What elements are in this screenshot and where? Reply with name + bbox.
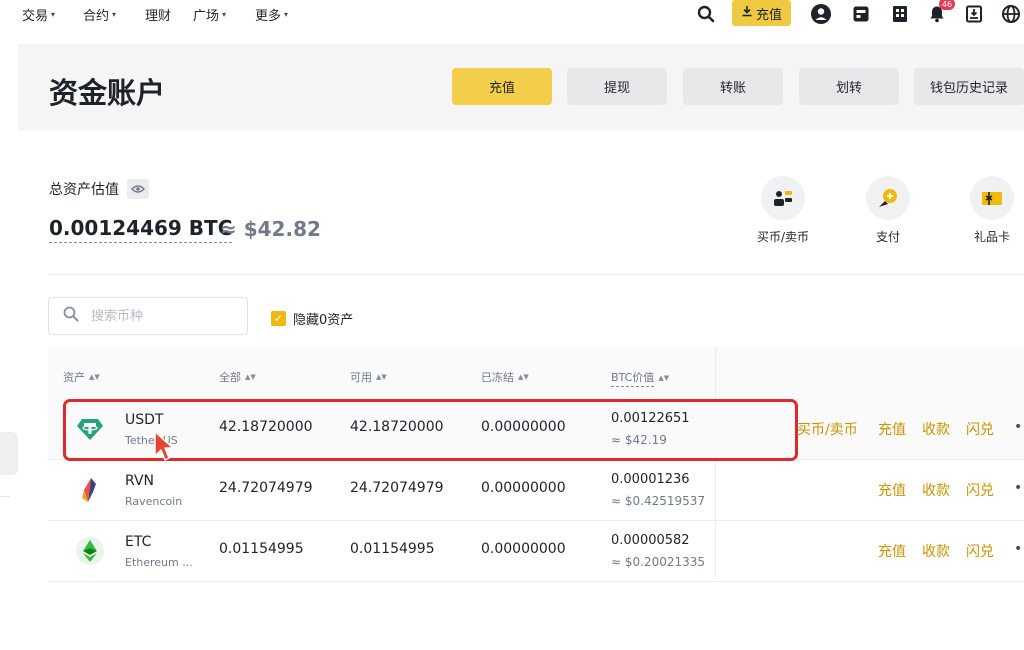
checkbox-checked-icon[interactable]: ✓ — [271, 311, 286, 326]
buy-sell-icon — [761, 176, 805, 220]
table-row[interactable]: RVN Ravencoin 24.72074979 24.72074979 0.… — [48, 460, 1024, 521]
receive-link[interactable]: 收款 — [922, 419, 950, 439]
hide-zero-toggle[interactable]: ✓ 隐藏0资产 — [271, 309, 353, 328]
eye-icon[interactable] — [127, 179, 149, 199]
side-divider — [0, 496, 10, 497]
deposit-link[interactable]: 充值 — [878, 480, 906, 500]
gift-card-icon — [970, 176, 1014, 220]
col-available[interactable]: 可用 ▲▼ — [350, 369, 387, 385]
convert-link[interactable]: 闪兑 — [966, 480, 994, 500]
section-divider — [49, 274, 1024, 275]
chevron-down-icon: ▾ — [284, 10, 289, 19]
pay-shortcut[interactable]: 支付 — [853, 176, 923, 245]
ethereum-classic-icon — [76, 537, 104, 565]
frozen-amount: 0.00000000 — [481, 541, 566, 557]
buy-sell-shortcut[interactable]: 买币/卖币 — [748, 176, 818, 245]
gift-card-shortcut[interactable]: 礼品卡 — [957, 176, 1024, 245]
withdraw-button[interactable]: 提现 — [567, 68, 667, 105]
nav-earn[interactable]: 理财 — [145, 5, 171, 24]
btc-value: 0.00001236 — [611, 472, 690, 487]
coin-symbol: RVN — [125, 473, 155, 489]
convert-link[interactable]: 闪兑 — [966, 419, 994, 439]
wallet-history-button[interactable]: 钱包历史记录 — [914, 68, 1024, 105]
pay-icon — [866, 176, 910, 220]
available-amount: 0.01154995 — [350, 541, 435, 557]
deposit-button[interactable]: 充值 — [452, 68, 552, 105]
more-options-icon[interactable]: • — [1014, 541, 1022, 557]
page-title: 资金账户 — [49, 76, 166, 110]
sort-icon: ▲▼ — [245, 373, 256, 381]
top-nav: 交易 ▾ 合约 ▾ 理财 广场 ▾ 更多 ▾ 充值 46 — [0, 0, 1024, 28]
col-btc-value[interactable]: BTC价值 ▲▼ — [611, 369, 669, 387]
deposit-link[interactable]: 充值 — [878, 419, 906, 439]
coin-search-input[interactable] — [91, 308, 221, 324]
col-asset[interactable]: 资产 ▲▼ — [63, 369, 100, 385]
coin-name: Ravencoin — [125, 495, 183, 508]
internal-transfer-button[interactable]: 划转 — [799, 68, 899, 105]
chevron-down-icon: ▾ — [51, 10, 56, 19]
sort-icon: ▲▼ — [89, 373, 100, 381]
coin-name: Ethereum ... — [125, 556, 193, 569]
nav-trade[interactable]: 交易 ▾ — [22, 5, 55, 24]
wallet-icon[interactable] — [889, 3, 911, 25]
total-amount: 24.72074979 — [219, 480, 313, 496]
top-deposit-button[interactable]: 充值 — [732, 0, 791, 26]
user-icon[interactable] — [810, 3, 832, 25]
table-row[interactable]: ETC Ethereum ... 0.01154995 0.01154995 0… — [48, 521, 1024, 582]
total-balance-label: 总资产估值 — [49, 179, 149, 199]
transfer-button[interactable]: 转账 — [683, 68, 783, 105]
sort-icon: ▲▼ — [658, 374, 670, 382]
col-frozen[interactable]: 已冻结 ▲▼ — [481, 369, 529, 385]
available-amount: 24.72074979 — [350, 480, 444, 496]
chevron-down-icon: ▾ — [112, 10, 117, 19]
btc-value: 0.00000582 — [611, 533, 690, 548]
chevron-down-icon: ▾ — [222, 10, 227, 19]
nav-futures[interactable]: 合约 ▾ — [83, 5, 116, 24]
more-options-icon[interactable]: • — [1014, 480, 1022, 496]
buy-sell-link[interactable]: 买币/卖币 — [797, 419, 858, 439]
usd-value: ≈ $0.20021335 — [611, 555, 706, 569]
coin-search[interactable] — [48, 297, 248, 335]
download-app-icon[interactable] — [963, 3, 985, 25]
notification-badge: 46 — [939, 0, 955, 10]
search-icon[interactable] — [695, 3, 717, 25]
sort-icon: ▲▼ — [518, 373, 529, 381]
balance-usd: ≈ $42.82 — [220, 217, 321, 241]
usd-value: ≈ $0.42519537 — [611, 494, 706, 508]
total-amount: 0.01154995 — [219, 541, 304, 557]
balance-btc: 0.00124469 BTC — [49, 216, 233, 243]
receive-link[interactable]: 收款 — [922, 541, 950, 561]
deposit-link[interactable]: 充值 — [878, 541, 906, 561]
nav-more[interactable]: 更多 ▾ — [255, 5, 288, 24]
mouse-cursor-icon — [153, 430, 175, 462]
download-icon — [741, 5, 753, 21]
convert-link[interactable]: 闪兑 — [966, 541, 994, 561]
ravencoin-icon — [76, 476, 104, 504]
globe-icon[interactable] — [1000, 3, 1022, 25]
table-header — [48, 347, 1024, 399]
receive-link[interactable]: 收款 — [922, 480, 950, 500]
side-panel-tab[interactable] — [0, 432, 18, 475]
coin-symbol: ETC — [125, 534, 152, 550]
more-options-icon[interactable]: • — [1014, 419, 1022, 435]
nav-square[interactable]: 广场 ▾ — [193, 5, 226, 24]
orders-icon[interactable] — [850, 3, 872, 25]
sort-icon: ▲▼ — [376, 373, 387, 381]
col-total[interactable]: 全部 ▲▼ — [219, 369, 256, 385]
search-icon — [63, 306, 79, 326]
frozen-amount: 0.00000000 — [481, 480, 566, 496]
